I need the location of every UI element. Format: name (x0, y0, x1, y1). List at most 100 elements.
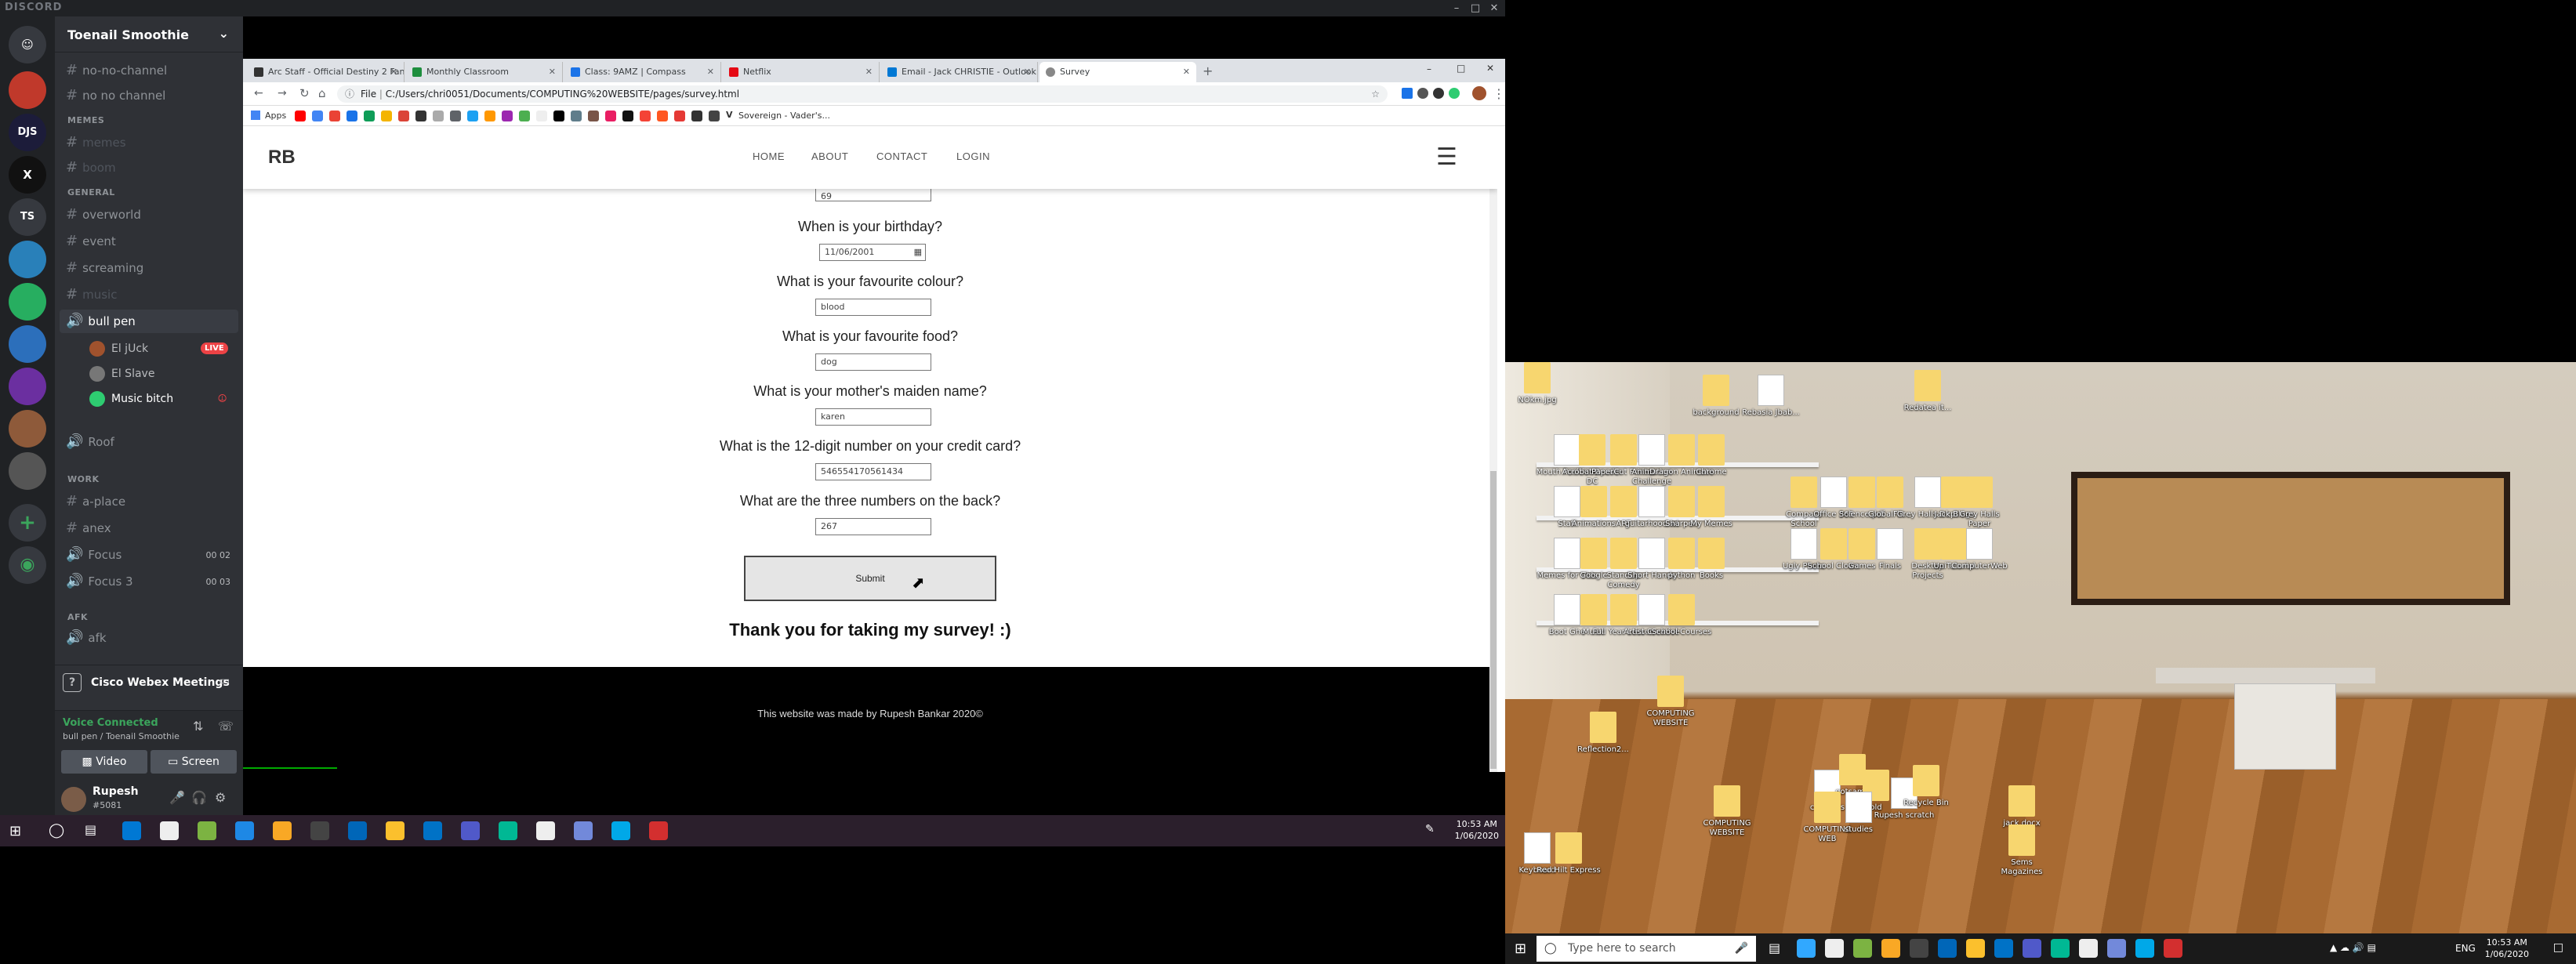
food-input[interactable]: dog (815, 353, 931, 371)
taskbar-app-icon[interactable] (1910, 939, 1928, 958)
bookmark-icon[interactable] (433, 111, 444, 121)
close-tab-icon[interactable]: ✕ (1183, 62, 1190, 82)
nav-contact[interactable]: CONTACT (876, 150, 927, 162)
windows-start-icon[interactable]: ⊞ (1515, 940, 1526, 957)
video-button[interactable]: ▩ Video (61, 750, 147, 774)
chevron-down-icon[interactable]: ⌄ (219, 26, 229, 41)
server-icon[interactable] (9, 452, 46, 490)
discord-icon[interactable] (574, 821, 593, 840)
tab-outlook[interactable]: Email - Jack CHRISTIE - Outlook ✕ (881, 62, 1038, 82)
voice-channel-bull-pen[interactable]: 🔊 bull pen (60, 310, 238, 333)
taskbar-app-icon[interactable] (2164, 939, 2182, 958)
bookmark-icon[interactable] (605, 111, 616, 121)
bookmark-apps[interactable]: Apps (265, 111, 286, 121)
new-tab-icon[interactable]: + (1203, 63, 1213, 78)
channel-no-no-channel-2[interactable]: # no no channel (66, 84, 165, 107)
desktop-icon[interactable]: Recycle Bin (1894, 765, 1958, 808)
bookmark-icon[interactable] (709, 111, 720, 121)
minimize-icon[interactable]: – (1427, 63, 1431, 74)
close-icon[interactable]: ✕ (1486, 63, 1494, 74)
channel-event[interactable]: # event (66, 230, 116, 253)
voice-user[interactable]: El jUck (89, 341, 148, 357)
desktop-icon[interactable]: Grey Halls Paper (1947, 477, 2012, 529)
minimize-icon[interactable]: – (1447, 0, 1466, 16)
close-tab-icon[interactable]: ✕ (865, 62, 873, 82)
taskbar-app-icon[interactable] (649, 821, 668, 840)
bookmark-icon[interactable] (657, 111, 668, 121)
server-icon[interactable] (9, 71, 46, 109)
close-tab-icon[interactable]: ✕ (549, 62, 556, 82)
desktop-icon[interactable]: ComputerWeb (1947, 528, 2012, 571)
desktop-icon[interactable]: Rebasia Jbab... (1739, 375, 1803, 418)
voice-channel-focus-3[interactable]: 🔊 Focus 3 (66, 570, 133, 593)
voice-user[interactable]: Music bitch (89, 391, 173, 407)
server-header[interactable]: Toenail Smoothie ⌄ (55, 16, 243, 53)
bookmark-icon[interactable] (484, 111, 495, 121)
forward-icon[interactable]: → (278, 87, 287, 100)
scrollbar[interactable] (1489, 126, 1497, 772)
bookmark-icon[interactable] (553, 111, 564, 121)
outlook-icon[interactable] (423, 821, 442, 840)
headphones-icon[interactable]: 🎧 (191, 790, 207, 805)
chrome-icon[interactable] (160, 821, 179, 840)
voice-user[interactable]: El Slave (89, 366, 154, 382)
category-memes[interactable]: MEMES (67, 115, 104, 125)
channel-memes[interactable]: # memes (66, 131, 126, 154)
bookmark-icon[interactable] (415, 111, 426, 121)
category-work[interactable]: WORK (67, 474, 99, 484)
voice-channel-roof[interactable]: 🔊 Roof (66, 430, 114, 454)
site-logo[interactable]: RB (268, 147, 296, 169)
taskbar-app-icon[interactable] (1881, 939, 1900, 958)
channel-no-no-channel[interactable]: # no-no-channel (66, 59, 167, 82)
reload-icon[interactable]: ↻ (299, 86, 310, 100)
info-icon[interactable]: ⓘ (345, 85, 354, 103)
taskbar-app-icon[interactable] (1853, 939, 1872, 958)
menu-icon[interactable]: ⋮ (1493, 86, 1505, 101)
desktop-icon[interactable]: Red Hilt Express (1537, 832, 1601, 875)
birthday-input[interactable]: 11/06/2001 ▦ (819, 244, 926, 261)
bookmark-icon[interactable] (398, 111, 409, 121)
nav-home[interactable]: HOME (753, 150, 785, 162)
noise-icon[interactable]: ⇅ (193, 719, 203, 734)
bookmark-icon[interactable] (467, 111, 478, 121)
desktop-icon[interactable]: NOkm.jpg (1505, 362, 1569, 405)
tab-netflix[interactable]: Netflix ✕ (723, 62, 880, 82)
bookmark-icon[interactable] (519, 111, 530, 121)
vscode-icon[interactable] (1938, 939, 1957, 958)
nav-about[interactable]: ABOUT (811, 150, 848, 162)
voice-location[interactable]: bull pen / Toenail Smoothie (63, 731, 180, 741)
tab-survey[interactable]: Survey ✕ (1039, 62, 1196, 82)
extension-icon[interactable] (1417, 88, 1428, 99)
taskbar-app-icon[interactable] (273, 821, 292, 840)
server-icon[interactable]: DJS (9, 114, 46, 151)
star-icon[interactable]: ☆ (1371, 85, 1380, 103)
vscode-icon[interactable] (348, 821, 367, 840)
webex-activity[interactable]: ? Cisco Webex Meetings ▭ (55, 665, 243, 699)
photoshop-icon[interactable] (1797, 939, 1816, 958)
tab-arc-staff[interactable]: Arc Staff - Official Destiny 2 Fan... ✕ (248, 62, 405, 82)
bookmark-icon[interactable] (381, 111, 392, 121)
taskbar-app-icon[interactable] (198, 821, 216, 840)
bookmark-sovereign[interactable]: Sovereign - Vader's... (738, 111, 830, 121)
calendar-icon[interactable]: ▦ (914, 245, 922, 260)
bookmark-icon[interactable] (450, 111, 461, 121)
taskbar-app-icon[interactable] (611, 821, 630, 840)
avatar[interactable] (61, 787, 86, 812)
home-icon[interactable]: ⌂ (318, 86, 326, 100)
channel-music[interactable]: # music (66, 283, 117, 306)
maximize-icon[interactable]: □ (1466, 0, 1485, 16)
desktop-icon[interactable]: COMPUTING WEBSITE (1638, 676, 1703, 728)
taskbar-clock[interactable]: 10:53 AM 1/06/2020 (1455, 818, 1499, 842)
extension-icon[interactable] (1449, 88, 1460, 99)
desktop-icon[interactable]: studies (1827, 792, 1891, 835)
desktop-icon[interactable]: Chrome (1679, 434, 1743, 477)
server-icon[interactable] (9, 283, 46, 321)
desktop-icon[interactable]: My Memes (1679, 486, 1743, 529)
disconnect-icon[interactable]: ☏ (218, 719, 234, 734)
search-icon[interactable]: ◯ (49, 822, 64, 839)
extension-icon[interactable] (1433, 88, 1444, 99)
category-general[interactable]: GENERAL (67, 187, 115, 198)
microphone-icon[interactable]: 🎤 (169, 790, 185, 805)
channel-overworld[interactable]: # overworld (66, 203, 141, 227)
add-server-icon[interactable]: + (9, 504, 46, 542)
